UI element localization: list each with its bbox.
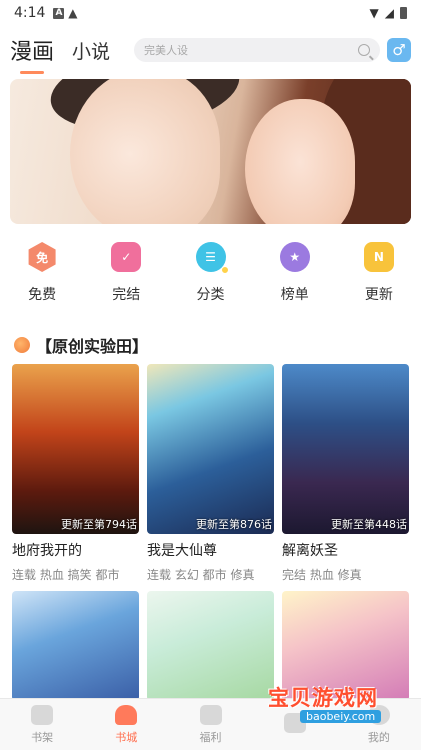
comic-card[interactable] [12,591,139,701]
gender-toggle-button[interactable]: ♂ [387,38,411,62]
male-icon: ♂ [392,41,406,59]
update-badge: 更新至第876话 [196,518,272,531]
comic-cover[interactable] [282,591,409,701]
warning-icon: ▲ [64,6,78,20]
category-free[interactable]: 免 免费 [0,242,84,312]
nav-label: 福利 [199,730,222,744]
nav-label: 书城 [115,730,138,744]
status-time: 4:14 [14,5,46,21]
category-label: 榜单 [280,287,309,303]
comic-tags: 连载 玄幻 都市 修真 [147,568,255,582]
tab-novels[interactable]: 小说 [72,37,110,64]
bookstore-icon [115,704,138,725]
category-finished[interactable]: ✓ 完结 [84,242,168,312]
notification-icon: A [53,7,65,19]
comic-card[interactable]: 更新至第448话 解离妖圣 完结 热血 修真 [282,364,409,583]
bottom-nav: 书架 书城 福利 我的 [0,698,421,750]
battery-icon [400,7,407,19]
status-bar: 4:14 A ▲ ▼ ◢ [0,0,421,26]
free-icon: 免 [28,242,56,272]
update-badge: 更新至第448话 [331,518,407,531]
nav-bookshelf[interactable]: 书架 [0,699,84,750]
comic-title: 地府我开的 [12,543,82,559]
comic-title: 我是大仙尊 [147,543,217,559]
ranking-icon: ★ [279,242,310,272]
nav-label: 我的 [367,730,390,744]
comic-card[interactable] [282,591,409,701]
update-icon: N [363,242,394,272]
section-title: 【原创实验田】 [36,337,149,356]
nav-game[interactable] [253,699,337,750]
comic-cover[interactable] [147,591,274,701]
finished-icon: ✓ [111,242,142,272]
comic-card[interactable] [147,591,274,701]
category-nav: 免 免费 ✓ 完结 ☰ 分类 ★ 榜单 N 更新 [0,242,421,312]
category-update[interactable]: N 更新 [337,242,421,312]
top-header: 漫画 小说 ♂ [0,30,421,74]
category-label: 完结 [112,287,141,303]
nav-label: 书架 [31,730,54,744]
wifi-icon: ▼ [369,6,379,20]
banner-carousel[interactable] [10,79,411,224]
profile-icon [367,704,390,725]
section-icon [14,337,30,353]
comic-cover[interactable] [12,591,139,701]
search-input[interactable] [144,43,359,57]
nav-welfare[interactable]: 福利 [168,699,252,750]
category-label: 免费 [28,287,57,303]
category-category[interactable]: ☰ 分类 [168,242,252,312]
comic-cover[interactable]: 更新至第794话 [12,364,139,534]
category-ranking[interactable]: ★ 榜单 [253,242,337,312]
comic-cover[interactable]: 更新至第876话 [147,364,274,534]
comic-grid: 更新至第794话 地府我开的 连载 热血 搞笑 都市 更新至第876话 我是大仙… [12,364,409,709]
nav-bookstore[interactable]: 书城 [84,699,168,750]
update-badge: 更新至第794话 [61,518,137,531]
comic-cover[interactable]: 更新至第448话 [282,364,409,534]
comic-tags: 连载 热血 搞笑 都市 [12,568,120,582]
tab-comics[interactable]: 漫画 [10,34,54,74]
game-icon [283,712,306,733]
bookshelf-icon [31,704,54,725]
search-icon[interactable] [358,44,371,56]
comic-card[interactable]: 更新至第876话 我是大仙尊 连载 玄幻 都市 修真 [147,364,274,583]
comic-tags: 完结 热血 修真 [282,568,362,582]
category-label: 分类 [196,287,225,303]
comic-title: 解离妖圣 [282,543,338,559]
gift-icon [199,704,222,725]
section-header: 【原创实验田】 [14,333,148,357]
nav-mine[interactable]: 我的 [337,699,421,750]
signal-icon: ◢ [384,6,394,20]
search-bar[interactable] [134,38,381,62]
category-icon: ☰ [195,242,229,274]
comic-card[interactable]: 更新至第794话 地府我开的 连载 热血 搞笑 都市 [12,364,139,583]
category-label: 更新 [364,287,393,303]
